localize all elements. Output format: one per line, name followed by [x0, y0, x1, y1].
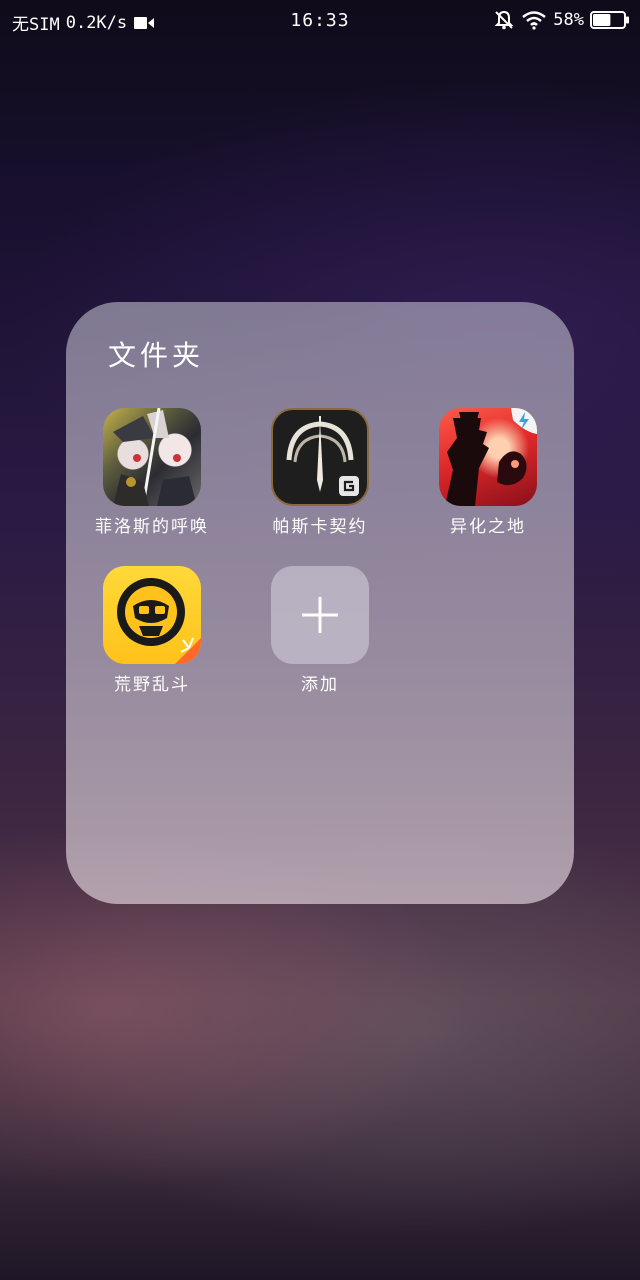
add-app-button[interactable]: 添加	[255, 566, 385, 695]
status-right: 58%	[493, 9, 630, 31]
app-label: 帕斯卡契约	[272, 517, 368, 537]
status-bar: 无SIM 0.2K/s 16:33 58%	[0, 0, 640, 42]
add-label: 添加	[301, 675, 339, 695]
game-pasika-icon[interactable]	[271, 408, 369, 506]
app-yihua[interactable]: 异化之地	[423, 408, 553, 537]
wifi-icon	[521, 10, 547, 30]
mute-bell-icon	[493, 9, 515, 31]
app-brawl-stars[interactable]: 荒野乱斗	[87, 566, 217, 695]
app-feiluosi[interactable]: 菲洛斯的呼唤	[87, 408, 217, 537]
game-brawl-stars-icon[interactable]	[103, 566, 201, 664]
game-feiluosi-icon[interactable]	[103, 408, 201, 506]
app-pasika[interactable]: 帕斯卡契约	[255, 408, 385, 537]
battery-icon	[590, 11, 630, 29]
app-label: 荒野乱斗	[114, 675, 190, 695]
game-yihua-icon[interactable]	[439, 408, 537, 506]
plus-icon[interactable]	[271, 566, 369, 664]
folder-panel: 文件夹 菲洛斯的呼唤 帕斯卡契约 异化之地 荒野乱斗 添加	[66, 302, 574, 904]
app-label: 菲洛斯的呼唤	[95, 517, 209, 537]
app-label: 异化之地	[450, 517, 526, 537]
folder-title[interactable]: 文件夹	[108, 334, 204, 374]
battery-percent: 58%	[553, 10, 584, 30]
